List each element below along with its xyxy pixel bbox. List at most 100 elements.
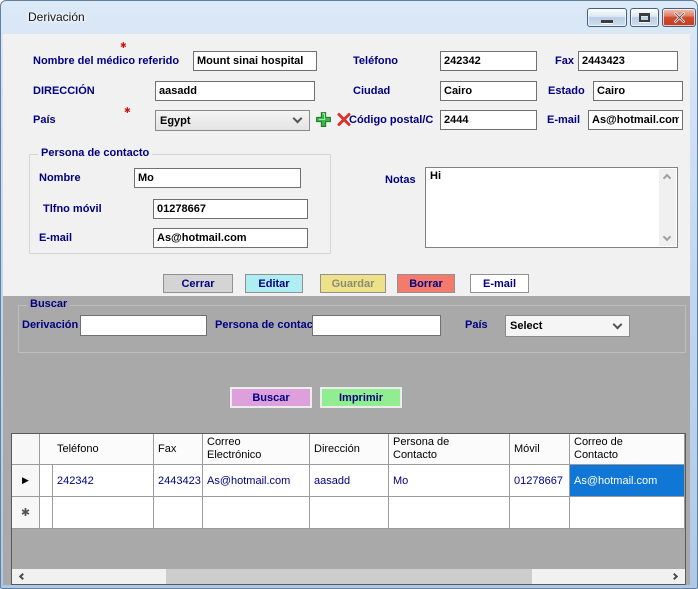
- notas-text: Hi: [430, 170, 441, 182]
- ciudad-label: Ciudad: [353, 85, 390, 97]
- scroll-down-icon: [663, 233, 671, 241]
- fax-label: Fax: [555, 55, 574, 67]
- plus-icon: [315, 111, 332, 128]
- notas-textarea[interactable]: Hi: [425, 167, 678, 248]
- cerrar-button[interactable]: Cerrar: [163, 274, 233, 293]
- email-label: E-mail: [547, 114, 580, 126]
- search-persona-label: Persona de contacto: [215, 319, 323, 331]
- telefono-input[interactable]: [440, 51, 537, 71]
- grid-cell-direccion[interactable]: aasadd: [310, 465, 389, 497]
- editar-button[interactable]: Editar: [245, 274, 303, 293]
- current-row-icon: ▶: [22, 475, 29, 486]
- grid-column-header-persona[interactable]: Persona de Contacto: [389, 434, 510, 465]
- grid-column-header-fax[interactable]: Fax: [154, 434, 203, 465]
- grid-column-header-movil[interactable]: Móvil: [510, 434, 570, 465]
- search-pais-combobox[interactable]: Select: [505, 315, 630, 337]
- doctor-label: Nombre del médico referido: [33, 55, 179, 67]
- direccion-label: DIRECCIÓN: [33, 85, 95, 97]
- email-input[interactable]: [588, 110, 683, 130]
- grid-background: [12, 529, 685, 569]
- grid-cell-correo-contacto-selected[interactable]: As@hotmail.com: [570, 465, 685, 497]
- required-marker: ✱: [124, 106, 131, 115]
- fax-input[interactable]: [578, 51, 678, 71]
- doctor-input[interactable]: [193, 51, 317, 71]
- scroll-right-button[interactable]: [667, 569, 685, 584]
- window-title: Derivación: [28, 10, 85, 24]
- grid-column-header-telefono[interactable]: Teléfono: [53, 434, 154, 465]
- contact-groupbox: Persona de contacto Nombre Tlfno móvil E…: [29, 154, 331, 254]
- pais-combobox-value: Egypt: [156, 115, 294, 127]
- chevron-down-icon: [293, 114, 303, 124]
- contact-groupbox-title: Persona de contacto: [38, 147, 152, 159]
- titlebar: Derivación: [0, 0, 698, 34]
- maximize-button[interactable]: [630, 8, 659, 27]
- guardar-button[interactable]: Guardar: [320, 274, 386, 293]
- grid-cell-fax[interactable]: 2443423: [154, 465, 203, 497]
- required-marker: ✱: [120, 41, 127, 50]
- search-derivacion-input[interactable]: [80, 315, 207, 336]
- delete-country-button[interactable]: [336, 112, 353, 130]
- notas-label: Notas: [385, 174, 416, 186]
- buscar-button[interactable]: Buscar: [230, 387, 312, 408]
- close-icon: [673, 12, 686, 23]
- estado-input[interactable]: [593, 81, 683, 101]
- borrar-button[interactable]: Borrar: [397, 274, 455, 293]
- chevron-down-icon: [613, 319, 623, 329]
- grid-cell-empty[interactable]: [310, 497, 389, 529]
- grid-cell-persona[interactable]: Mo: [389, 465, 510, 497]
- close-button[interactable]: [662, 8, 696, 27]
- grid-cell-telefono[interactable]: 242342: [53, 465, 154, 497]
- add-country-button[interactable]: [315, 111, 332, 129]
- telefono-label: Teléfono: [353, 55, 398, 67]
- scroll-left-button[interactable]: [12, 569, 30, 584]
- datagrid-table: Teléfono Fax Correo Electrónico Direcció…: [12, 434, 685, 529]
- x-icon: [336, 112, 352, 127]
- grid-cell-empty[interactable]: [510, 497, 570, 529]
- buscar-groupbox-title: Buscar: [27, 298, 70, 310]
- scrollbar-thumb[interactable]: [166, 569, 532, 584]
- contact-movil-input[interactable]: [153, 199, 308, 219]
- grid-cell-correo[interactable]: As@hotmail.com: [203, 465, 310, 497]
- contact-nombre-label: Nombre: [39, 172, 81, 184]
- grid-cell-empty[interactable]: [570, 497, 685, 529]
- pais-label: País: [33, 114, 56, 126]
- results-datagrid: Teléfono Fax Correo Electrónico Direcció…: [11, 433, 686, 585]
- grid-corner-header[interactable]: [12, 434, 40, 465]
- direccion-input[interactable]: [155, 81, 315, 101]
- search-persona-input[interactable]: [312, 315, 441, 336]
- scroll-right-icon: [671, 573, 678, 580]
- grid-cell-empty[interactable]: [389, 497, 510, 529]
- grid-column-header-direccion[interactable]: Dirección: [310, 434, 389, 465]
- contact-nombre-input[interactable]: [134, 168, 301, 188]
- estado-label: Estado: [548, 85, 585, 97]
- scroll-left-icon: [19, 573, 26, 580]
- email-button[interactable]: E-mail: [470, 274, 529, 293]
- scroll-up-icon: [663, 174, 671, 182]
- app-window: Derivación ✱ Nombre del médico referido …: [0, 0, 698, 589]
- codigo-postal-input[interactable]: [440, 110, 537, 130]
- grid-cell-empty[interactable]: [53, 497, 154, 529]
- horizontal-scrollbar[interactable]: [12, 569, 685, 584]
- new-row-icon: ✱: [21, 506, 30, 519]
- notas-scrollbar[interactable]: [659, 169, 676, 246]
- pais-combobox[interactable]: Egypt: [155, 110, 310, 131]
- grid-cell[interactable]: [40, 465, 53, 497]
- contact-movil-label: Tlfno móvil: [43, 203, 102, 215]
- grid-cell-movil[interactable]: 01278667: [510, 465, 570, 497]
- search-pais-combobox-value: Select: [506, 320, 614, 332]
- grid-cell-empty[interactable]: [40, 497, 53, 529]
- minimize-icon: [601, 20, 613, 23]
- grid-cell-empty[interactable]: [203, 497, 310, 529]
- maximize-icon: [639, 13, 650, 22]
- imprimir-button[interactable]: Imprimir: [320, 387, 402, 408]
- grid-cell-empty[interactable]: [154, 497, 203, 529]
- minimize-button[interactable]: [587, 8, 627, 27]
- grid-column-header-correo[interactable]: Correo Electrónico: [203, 434, 310, 465]
- new-row-selector[interactable]: ✱: [12, 497, 40, 529]
- contact-email-input[interactable]: [153, 228, 308, 248]
- row-selector[interactable]: ▶: [12, 465, 40, 497]
- contact-email-label: E-mail: [39, 232, 72, 244]
- ciudad-input[interactable]: [440, 81, 537, 101]
- scrollbar-track[interactable]: [30, 569, 667, 584]
- grid-column-header-correo-contacto[interactable]: Correo de Contacto: [570, 434, 685, 465]
